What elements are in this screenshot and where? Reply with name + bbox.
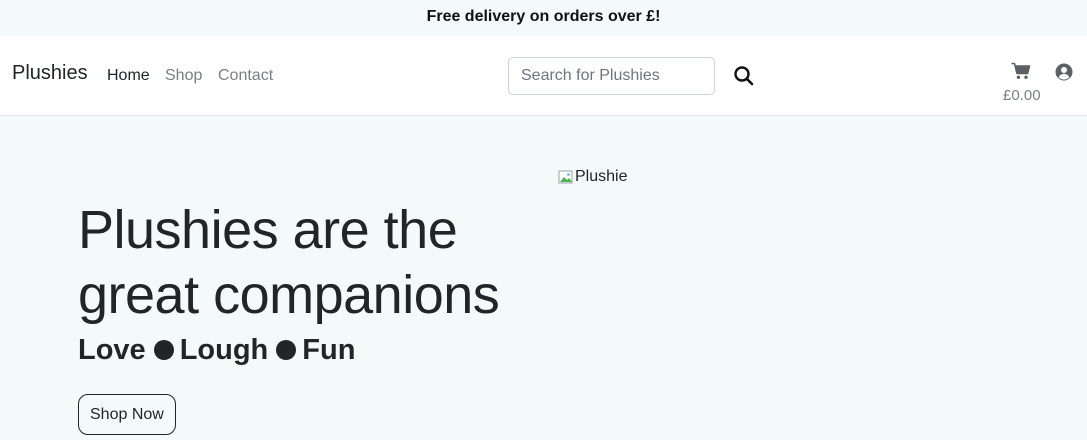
hero-tagline: Love Lough Fun [78,334,355,367]
bullet-dot [153,340,174,361]
shop-now-button[interactable]: Shop Now [78,394,176,435]
tagline-word-fun: Fun [302,334,356,366]
hero-title: Plushies are the great companions [78,200,500,325]
cart-total: £0.00 [1003,87,1041,104]
nav-link-home[interactable]: Home [107,67,150,85]
hero-image-alt-text: Plushie [575,168,628,185]
user-circle-icon[interactable] [1055,63,1073,81]
broken-image-icon [558,170,573,184]
brand-logo[interactable]: Plushies [12,62,88,85]
cart-icon [1011,62,1031,79]
nav-link-shop[interactable]: Shop [165,67,202,85]
tagline-word-love: Love [78,334,146,366]
main-navbar: Plushies Home Shop Contact £0.00 [0,36,1087,116]
tagline-word-lough: Lough [179,334,269,366]
bullet-dot [276,340,297,361]
search-input[interactable] [508,57,715,95]
search-icon[interactable] [733,65,755,87]
announcement-bar: Free delivery on orders over £! [0,0,1087,36]
hero-image: Plushie [558,168,627,186]
nav-link-contact[interactable]: Contact [218,67,273,85]
hero-section: Plushies are the great companions Love Lo… [0,116,1087,440]
cart-button[interactable]: £0.00 [1000,60,1044,106]
announcement-text: Free delivery on orders over £! [426,8,661,25]
